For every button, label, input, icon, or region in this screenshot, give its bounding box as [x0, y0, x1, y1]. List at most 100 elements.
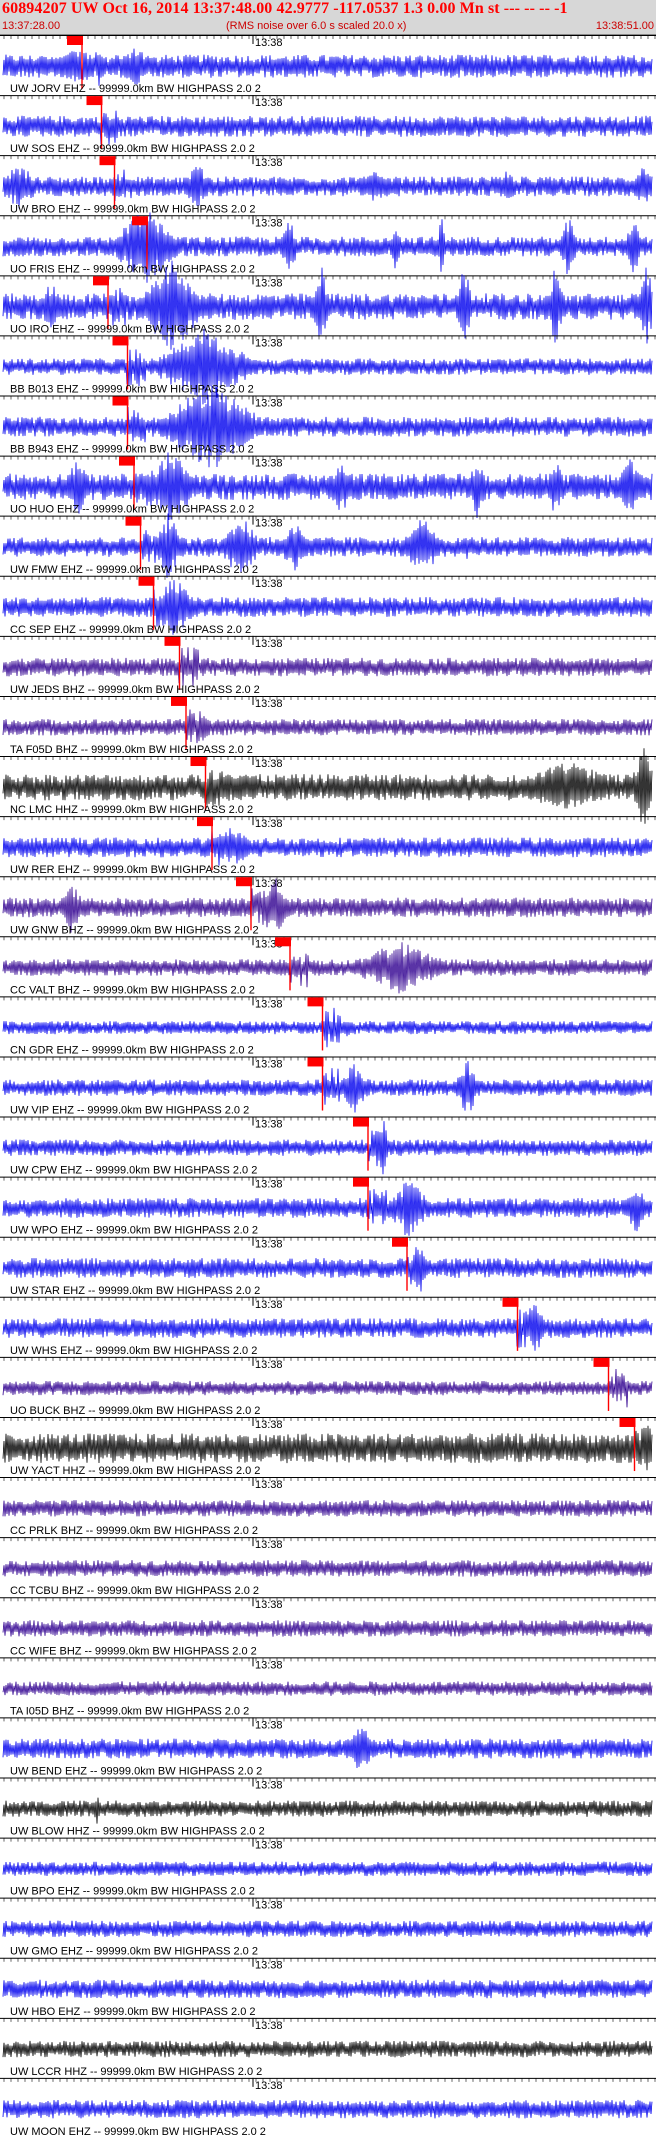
- pick-flag: [275, 937, 291, 947]
- waveform-trace: [2, 166, 653, 209]
- minute-tick-label: 13:38: [255, 578, 283, 590]
- waveform-trace: [2, 1560, 653, 1577]
- waveform-trace: [2, 2099, 653, 2119]
- pick-flag: [125, 516, 142, 526]
- start-time: 13:37:28.00: [2, 20, 61, 32]
- minute-tick-label: 13:38: [255, 698, 283, 710]
- header-bar: 60894207 UW Oct 16, 2014 13:37:48.00 42.…: [0, 0, 656, 35]
- station-label: UW BEND EHZ -- 99999.0km BW HIGHPASS 2.0…: [10, 1765, 262, 1777]
- waveform-trace: [2, 709, 653, 744]
- pick-flag: [593, 1357, 610, 1367]
- station-label: CC VALT BHZ -- 99999.0km BW HIGHPASS 2.0…: [10, 984, 255, 996]
- end-time: 13:38:51.00: [595, 20, 654, 32]
- pick-flag: [197, 817, 213, 827]
- station-label: CC TCBU BHZ -- 99999.0km BW HIGHPASS 2.0…: [10, 1585, 259, 1597]
- waveform-trace: [2, 1425, 653, 1471]
- station-label: UW YACT HHZ -- 99999.0km BW HIGHPASS 2.0…: [10, 1465, 260, 1477]
- station-label: UW MOON EHZ -- 99999.0km BW HIGHPASS 2.0…: [10, 2126, 266, 2138]
- pick-flag: [392, 1237, 408, 1247]
- pick-flag: [307, 1057, 324, 1067]
- minute-tick-label: 13:38: [255, 1359, 283, 1371]
- minute-tick-label: 13:38: [255, 1539, 283, 1551]
- waveform-trace: [2, 1681, 653, 1696]
- station-label: UW RER EHZ -- 99999.0km BW HIGHPASS 2.0 …: [10, 864, 255, 876]
- station-label: UW LCCR HHZ -- 99999.0km BW HIGHPASS 2.0…: [10, 2066, 262, 2078]
- pick-flag: [112, 396, 129, 406]
- pick-flag: [93, 276, 109, 286]
- station-label: UW FMW EHZ -- 99999.0km BW HIGHPASS 2.0 …: [10, 564, 258, 576]
- waveform-trace: [2, 1728, 653, 1769]
- station-label: UO IRO EHZ -- 99999.0km BW HIGHPASS 2.0 …: [10, 323, 249, 335]
- waveform-trace: [2, 1620, 653, 1637]
- waveform-trace: [2, 1861, 653, 1877]
- minute-tick-label: 13:38: [255, 878, 283, 890]
- pick-flag: [502, 1297, 519, 1307]
- minute-tick-label: 13:38: [255, 638, 283, 650]
- minute-tick-label: 13:38: [255, 1479, 283, 1491]
- pick-flag: [112, 336, 129, 346]
- minute-tick-label: 13:38: [255, 1659, 283, 1671]
- waveform-trace: [2, 1007, 653, 1048]
- station-label: CN GDR EHZ -- 99999.0km BW HIGHPASS 2.0 …: [10, 1044, 254, 1056]
- minute-tick-label: 13:38: [255, 518, 283, 530]
- station-label: CC PRLK BHZ -- 99999.0km BW HIGHPASS 2.0…: [10, 1525, 258, 1537]
- pick-flag: [190, 757, 207, 767]
- waveform-trace: [2, 647, 653, 687]
- station-label: UW GMO EHZ -- 99999.0km BW HIGHPASS 2.0 …: [10, 1946, 258, 1958]
- pick-flag: [307, 997, 324, 1007]
- waveform-trace: [2, 2040, 653, 2058]
- minute-tick-label: 13:38: [255, 97, 283, 109]
- station-label: TA I05D BHZ -- 99999.0km BW HIGHPASS 2.0…: [10, 1705, 249, 1717]
- event-title: 60894207 UW Oct 16, 2014 13:37:48.00 42.…: [2, 0, 568, 17]
- minute-tick-label: 13:38: [255, 818, 283, 830]
- minute-tick-label: 13:38: [255, 217, 283, 229]
- pick-flag: [353, 1177, 369, 1187]
- station-label: UW WPO EHZ -- 99999.0km BW HIGHPASS 2.0 …: [10, 1225, 258, 1237]
- waveform-trace: [2, 827, 653, 866]
- scaling-note: (RMS noise over 6.0 s scaled 20.0 x): [226, 20, 407, 32]
- station-label: UW SOS EHZ -- 99999.0km BW HIGHPASS 2.0 …: [10, 143, 255, 155]
- pick-flag: [164, 636, 181, 646]
- minute-tick-label: 13:38: [255, 1239, 283, 1251]
- station-label: UO BUCK BHZ -- 99999.0km BW HIGHPASS 2.0…: [10, 1405, 260, 1417]
- minute-tick-label: 13:38: [255, 2020, 283, 2032]
- waveform-trace: [2, 110, 653, 145]
- minute-tick-label: 13:38: [255, 758, 283, 770]
- minute-tick-label: 13:38: [255, 1419, 283, 1431]
- minute-tick-label: 13:38: [255, 458, 283, 470]
- waveform-trace: [2, 1499, 653, 1517]
- minute-tick-label: 13:38: [255, 1840, 283, 1852]
- station-label: UW VIP EHZ -- 99999.0km BW HIGHPASS 2.0 …: [10, 1105, 249, 1117]
- minute-tick-label: 13:38: [255, 1719, 283, 1731]
- station-label: UW BRO EHZ -- 99999.0km BW HIGHPASS 2.0 …: [10, 203, 256, 215]
- pick-flag: [138, 576, 155, 586]
- minute-tick-label: 13:38: [255, 337, 283, 349]
- station-label: UW WHS EHZ -- 99999.0km BW HIGHPASS 2.0 …: [10, 1345, 257, 1357]
- station-label: UW BLOW HHZ -- 99999.0km BW HIGHPASS 2.0…: [10, 1826, 265, 1838]
- station-label: CC SEP EHZ -- 99999.0km BW HIGHPASS 2.0 …: [10, 624, 251, 636]
- pick-flag: [171, 696, 187, 706]
- pick-flag: [99, 156, 116, 166]
- pick-flag: [619, 1417, 636, 1427]
- minute-tick-label: 13:38: [255, 1900, 283, 1912]
- pick-flag: [67, 36, 83, 45]
- waveform-trace: [2, 48, 653, 86]
- station-label: UW BPO EHZ -- 99999.0km BW HIGHPASS 2.0 …: [10, 1886, 255, 1898]
- minute-tick-label: 13:38: [255, 398, 283, 410]
- station-label: UW CPW EHZ -- 99999.0km BW HIGHPASS 2.0 …: [10, 1165, 257, 1177]
- waveform-trace: [2, 1920, 653, 1938]
- minute-tick-label: 13:38: [255, 1179, 283, 1191]
- minute-tick-label: 13:38: [255, 2080, 283, 2092]
- waveform-trace: [2, 1979, 653, 1999]
- minute-tick-label: 13:38: [255, 1779, 283, 1791]
- waveform-trace: [2, 1797, 653, 1824]
- minute-tick-label: 13:38: [255, 1119, 283, 1131]
- station-label: TA F05D BHZ -- 99999.0km BW HIGHPASS 2.0…: [10, 744, 253, 756]
- pick-flag: [236, 877, 252, 887]
- station-label: UO FRIS EHZ -- 99999.0km BW HIGHPASS 2.0…: [10, 263, 255, 275]
- station-label: CC WIFE BHZ -- 99999.0km BW HIGHPASS 2.0…: [10, 1645, 257, 1657]
- pick-flag: [119, 456, 135, 466]
- station-label: UW STAR EHZ -- 99999.0km BW HIGHPASS 2.0…: [10, 1285, 260, 1297]
- minute-tick-label: 13:38: [255, 157, 283, 169]
- minute-tick-label: 13:38: [255, 1299, 283, 1311]
